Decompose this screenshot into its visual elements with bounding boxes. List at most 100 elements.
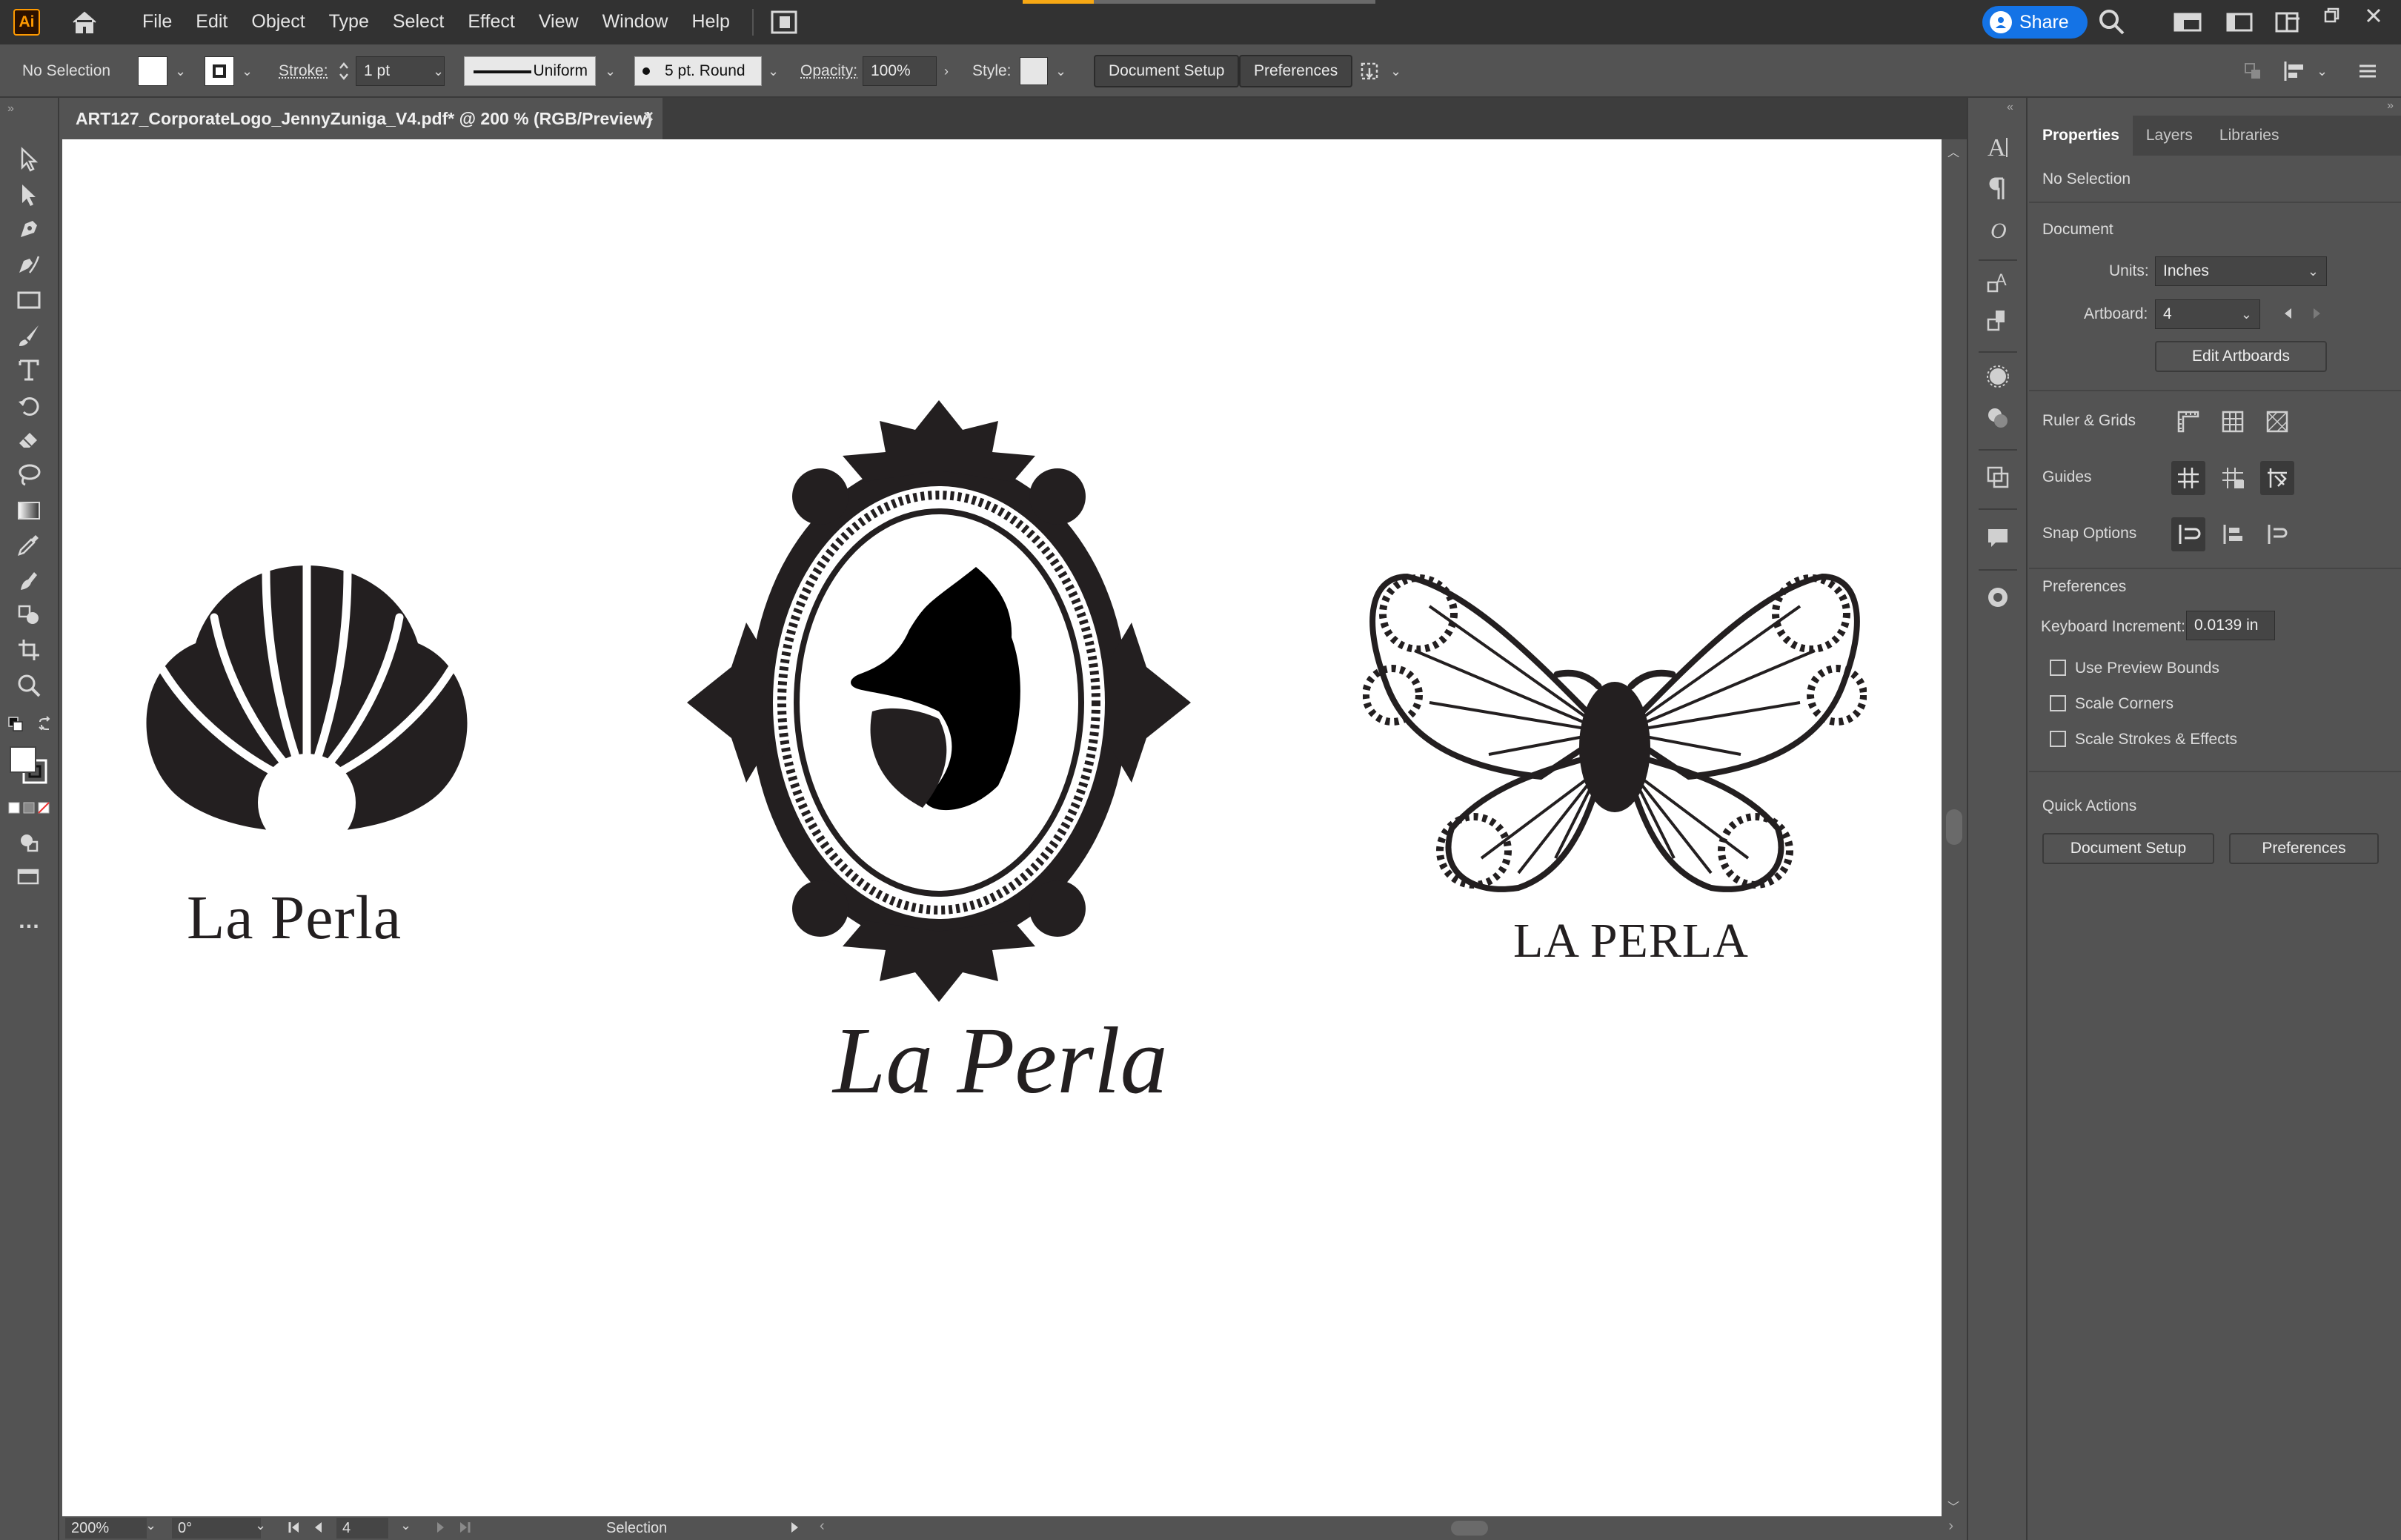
brush-select[interactable]: 5 pt. Round: [634, 56, 762, 86]
keyboard-increment-input[interactable]: 0.0139 in: [2186, 611, 2275, 640]
style-swatch[interactable]: [1020, 44, 1048, 98]
status-menu-icon[interactable]: [790, 1519, 800, 1540]
snap-to-glyph-icon[interactable]: [2260, 517, 2294, 551]
last-artboard-icon[interactable]: [458, 1519, 471, 1540]
zoom-dropdown-icon[interactable]: ⌄: [145, 1518, 156, 1533]
panel-collapse-icon[interactable]: »: [2387, 99, 2394, 113]
menu-view[interactable]: View: [527, 0, 591, 44]
show-guides-icon[interactable]: [2171, 461, 2205, 495]
stroke-weight-input[interactable]: 1 pt: [356, 56, 445, 86]
edit-artboards-button[interactable]: Edit Artboards: [2155, 341, 2327, 372]
ruler-icon[interactable]: [2171, 405, 2205, 439]
restore-icon[interactable]: [2321, 4, 2343, 27]
fill-stroke-swatch[interactable]: [7, 744, 52, 789]
curvature-tool-icon[interactable]: [13, 249, 44, 280]
snap-to-pixel-icon[interactable]: [2216, 517, 2250, 551]
grid-icon[interactable]: [2216, 405, 2250, 439]
style-dropdown-icon[interactable]: ⌄: [1055, 44, 1066, 98]
panel-collapse-icon[interactable]: »: [7, 102, 14, 116]
transparency-grid-icon[interactable]: [2260, 405, 2294, 439]
menu-effect[interactable]: Effect: [456, 0, 526, 44]
opacity-input[interactable]: 100%: [863, 56, 937, 86]
rectangle-tool-icon[interactable]: [13, 285, 44, 316]
menu-window[interactable]: Window: [591, 0, 680, 44]
stroke-weight-dropdown-icon[interactable]: ⌄: [433, 44, 444, 98]
tab-layers[interactable]: Layers: [2133, 116, 2206, 156]
units-select[interactable]: Inches ⌄: [2155, 256, 2327, 286]
arrange-documents-icon[interactable]: [768, 7, 800, 38]
scroll-up-icon[interactable]: ︿: [1947, 142, 1959, 160]
comments-panel-icon[interactable]: [1982, 522, 2014, 554]
glyph-export-icon[interactable]: [1982, 304, 2014, 336]
menu-file[interactable]: File: [130, 0, 184, 44]
document-tab[interactable]: ART127_CorporateLogo_JennyZuniga_V4.pdf*…: [61, 98, 662, 139]
tab-properties[interactable]: Properties: [2029, 116, 2133, 156]
menu-select[interactable]: Select: [381, 0, 456, 44]
fox-frame-logo[interactable]: [687, 400, 1191, 1002]
document-setup-button[interactable]: Document Setup: [1094, 55, 1240, 87]
menu-edit[interactable]: Edit: [184, 0, 239, 44]
close-window-icon[interactable]: [2362, 4, 2385, 27]
stroke-label[interactable]: Stroke:: [279, 44, 328, 98]
scroll-right-icon[interactable]: ›: [1948, 1518, 1953, 1535]
rotation-dropdown-icon[interactable]: ⌄: [255, 1518, 266, 1533]
panel-menu-icon[interactable]: [2357, 44, 2379, 98]
search-icon[interactable]: [2097, 7, 2127, 41]
scale-strokes-effects-checkbox[interactable]: [2050, 731, 2066, 747]
menu-help[interactable]: Help: [680, 0, 741, 44]
align-dropdown-icon[interactable]: ⌄: [2317, 44, 2328, 98]
workspace-switcher-icon[interactable]: [2173, 7, 2202, 37]
rotation-field[interactable]: 0°: [172, 1518, 261, 1539]
next-artboard-icon[interactable]: [436, 1519, 446, 1540]
blend-tool-icon[interactable]: [13, 565, 44, 596]
fill-dropdown-icon[interactable]: ⌄: [175, 44, 186, 98]
artboard[interactable]: La Perla La Perla LA PERLA: [62, 139, 1942, 1516]
default-colors-icon[interactable]: [4, 713, 27, 735]
zoom-field[interactable]: 200%: [65, 1518, 147, 1539]
swap-colors-icon[interactable]: [34, 713, 56, 735]
panel-layout-icon[interactable]: [2225, 7, 2254, 37]
opentype-panel-icon[interactable]: O: [1982, 213, 2014, 246]
eraser-tool-icon[interactable]: [13, 424, 44, 455]
arrange-icon[interactable]: [2241, 44, 2265, 98]
strip-collapse-icon[interactable]: «: [2007, 101, 2013, 114]
vertical-scrollbar[interactable]: ︿ ﹀: [1942, 139, 1967, 1516]
gradient-tool-icon[interactable]: [13, 495, 44, 526]
fill-swatch[interactable]: [138, 44, 167, 98]
first-artboard-icon[interactable]: [288, 1519, 301, 1540]
rotate-tool-icon[interactable]: [13, 390, 44, 421]
screen-mode-icon[interactable]: [13, 861, 44, 892]
artboard-tool-icon[interactable]: [13, 634, 44, 666]
scale-corners-checkbox[interactable]: [2050, 695, 2066, 711]
paragraph-panel-icon[interactable]: [1982, 172, 2014, 205]
lock-guides-icon[interactable]: [2216, 461, 2250, 495]
pathfinder-panel-icon[interactable]: [1982, 461, 2014, 494]
prev-artboard-icon[interactable]: [2282, 305, 2293, 326]
learn-panel-icon[interactable]: [1982, 581, 2014, 614]
scroll-down-icon[interactable]: ﹀: [1947, 1497, 1959, 1515]
scroll-left-icon[interactable]: ‹: [820, 1518, 825, 1535]
brush-dropdown-icon[interactable]: ⌄: [768, 44, 779, 98]
align-options-dropdown-icon[interactable]: ⌄: [1390, 44, 1401, 98]
lasso-tool-icon[interactable]: [13, 459, 44, 491]
appearance-panel-icon[interactable]: [1982, 360, 2014, 393]
character-panel-icon[interactable]: A: [1982, 130, 2014, 163]
close-tab-icon[interactable]: ×: [643, 107, 654, 127]
shell-logo[interactable]: [136, 565, 477, 914]
tab-libraries[interactable]: Libraries: [2206, 116, 2293, 156]
canvas[interactable]: La Perla La Perla LA PERLA: [61, 139, 1945, 1516]
menu-type[interactable]: Type: [317, 0, 381, 44]
quick-document-setup-button[interactable]: Document Setup: [2042, 833, 2214, 864]
horizontal-scrollbar[interactable]: ‹ ›: [820, 1518, 1953, 1539]
opacity-arrow-icon[interactable]: ›: [944, 44, 949, 98]
paintbrush-tool-icon[interactable]: [13, 320, 44, 351]
eyedropper-tool-icon[interactable]: [13, 529, 44, 560]
direct-selection-tool-icon[interactable]: [13, 179, 44, 210]
zoom-tool-icon[interactable]: [13, 670, 44, 701]
artboard-number-field[interactable]: 4: [336, 1518, 388, 1539]
align-options-icon[interactable]: [1356, 44, 1383, 98]
home-icon[interactable]: [68, 6, 101, 39]
quick-preferences-button[interactable]: Preferences: [2229, 833, 2379, 864]
stroke-swatch[interactable]: [205, 44, 234, 98]
align-left-icon[interactable]: [2282, 44, 2309, 98]
